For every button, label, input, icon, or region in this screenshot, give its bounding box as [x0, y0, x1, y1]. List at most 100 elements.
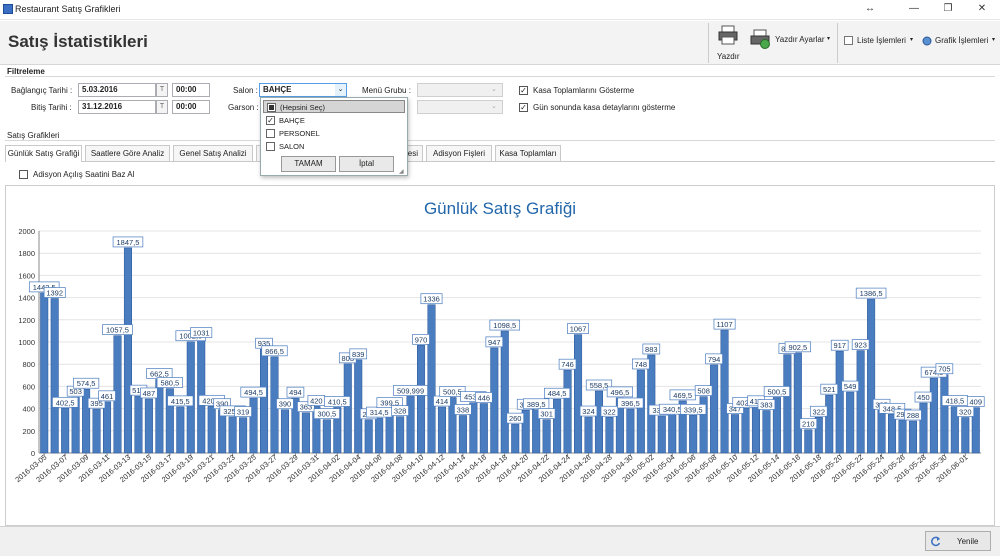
resize-icon[interactable]: ↔ [862, 2, 878, 16]
dropdown-item-select-all[interactable]: (Hepsini Seç) [263, 100, 405, 113]
end-time-field[interactable]: 00:00 [172, 100, 210, 114]
bar [239, 417, 248, 454]
bar [260, 348, 269, 454]
salon-select[interactable]: BAHÇE [259, 83, 347, 97]
list-icon [844, 36, 853, 45]
refresh-label: Yenile [957, 537, 979, 546]
minimize-button[interactable]: — [906, 2, 922, 16]
data-label: 705 [938, 365, 951, 374]
tab-kasa-totals[interactable]: Kasa Toplamları [495, 145, 561, 161]
bar [835, 350, 844, 454]
data-label: 300,5 [317, 410, 336, 419]
bar [804, 429, 813, 454]
bar [877, 410, 886, 454]
bar [364, 419, 373, 454]
bar [479, 403, 488, 454]
dropdown-item-salon[interactable]: SALON [263, 140, 405, 153]
day-end-checkbox[interactable]: ✓ [519, 103, 528, 112]
bar [668, 414, 677, 454]
tab-general-analysis[interactable]: Genel Satış Analizi [173, 145, 253, 161]
bottom-bar: Yenile [0, 526, 1000, 556]
data-label: 500,5 [768, 387, 787, 396]
data-label: 748 [635, 360, 648, 369]
daily-sales-chart: Günlük Satış Grafiği 0 200 400 600 800 1000 120… [13, 199, 985, 484]
start-date-field[interactable]: 5.03.2016 [78, 83, 156, 97]
data-label: 484,5 [548, 389, 567, 398]
data-label: 487 [143, 389, 156, 398]
y-tick-label: 1200 [18, 316, 35, 325]
dropdown-item-personel[interactable]: PERSONEL [263, 127, 405, 140]
data-label: 883 [645, 345, 658, 354]
bar [793, 352, 802, 454]
bar [594, 390, 603, 454]
tab-daily-sales[interactable]: Günlük Satış Grafiği [5, 145, 82, 162]
kasa-totals-checkbox[interactable]: ✓ [519, 86, 528, 95]
bar [553, 398, 562, 454]
bar [406, 396, 415, 454]
title-bar: Restaurant Satış Grafikleri ↔ — ❐ ✕ [0, 0, 1000, 20]
bar [563, 369, 572, 454]
bar [354, 359, 363, 454]
bar [50, 298, 59, 454]
data-label: 508 [697, 387, 710, 396]
data-label: 521 [823, 385, 836, 394]
bar [40, 292, 49, 454]
bar [280, 409, 289, 454]
print-button[interactable]: Yazdır [712, 23, 744, 63]
checkbox-icon [266, 129, 275, 138]
list-ops-button[interactable]: Liste İşlemleri ▾ [844, 35, 918, 49]
start-time-field[interactable]: 00:00 [172, 83, 210, 97]
y-tick-label: 200 [22, 427, 35, 436]
end-date-today-button[interactable]: T [156, 100, 168, 114]
data-label: 288 [907, 411, 920, 420]
data-label: 414 [436, 397, 449, 406]
data-label: 461 [101, 392, 114, 401]
adisyon-option-checkbox[interactable] [19, 170, 28, 179]
app-icon [3, 4, 13, 14]
y-tick-label: 2000 [18, 227, 35, 236]
dropdown-cancel-button[interactable]: İptal [339, 156, 394, 172]
data-label: 1067 [570, 325, 587, 334]
ribbon: Satış İstatistikleri Yazdır Yazdır Ayarl… [0, 21, 1000, 65]
bar [375, 417, 384, 454]
data-label: 839 [352, 350, 365, 359]
data-label: 469,5 [673, 391, 692, 400]
window-title: Restaurant Satış Grafikleri [15, 4, 121, 14]
data-label: 558,5 [590, 381, 609, 390]
chart-ops-button[interactable]: Grafik İşlemleri ▾ [922, 35, 998, 49]
adisyon-option-label: Adisyon Açılış Saatini Baz Al [33, 170, 135, 179]
tab-adisyon-slips[interactable]: Adisyon Fişleri [426, 145, 492, 161]
bar [396, 416, 405, 454]
chart-ops-label: Grafik İşlemleri [935, 36, 989, 45]
bar [574, 334, 583, 454]
print-settings-button[interactable]: Yazdır Ayarlar ▾ [750, 29, 835, 51]
bar [542, 419, 551, 454]
data-label: 418,5 [945, 397, 964, 406]
chevron-down-icon[interactable]: ⌄ [335, 84, 346, 96]
printer-settings-icon [750, 29, 770, 49]
bar [929, 377, 938, 454]
refresh-button[interactable]: Yenile [925, 531, 991, 551]
data-label: 338 [457, 405, 470, 414]
bar [751, 406, 760, 454]
resize-grip-icon[interactable]: ◢ [399, 168, 404, 175]
start-date-today-button[interactable]: T [156, 83, 168, 97]
maximize-button[interactable]: ❐ [940, 2, 956, 16]
data-label: 446 [478, 393, 491, 402]
data-label: 402,5 [56, 398, 75, 407]
data-label: 794 [708, 355, 721, 364]
dropdown-ok-button[interactable]: TAMAM [281, 156, 336, 172]
data-label: 322 [603, 407, 616, 416]
end-date-field[interactable]: 31.12.2016 [78, 100, 156, 114]
filter-section-title: Filtreleme [7, 67, 45, 76]
tab-hourly-analysis[interactable]: Saatlere Göre Analiz [85, 145, 170, 161]
garson-label: Garson : [228, 103, 259, 112]
bar [417, 345, 426, 454]
close-button[interactable]: ✕ [974, 2, 990, 16]
data-label: 322 [813, 407, 826, 416]
dropdown-item-bahce[interactable]: ✓ BAHÇE [263, 114, 405, 127]
bar [458, 415, 467, 454]
data-label: 923 [854, 341, 867, 350]
menu-group-label: Menü Grubu : [362, 86, 411, 95]
y-tick-label: 1800 [18, 249, 35, 258]
